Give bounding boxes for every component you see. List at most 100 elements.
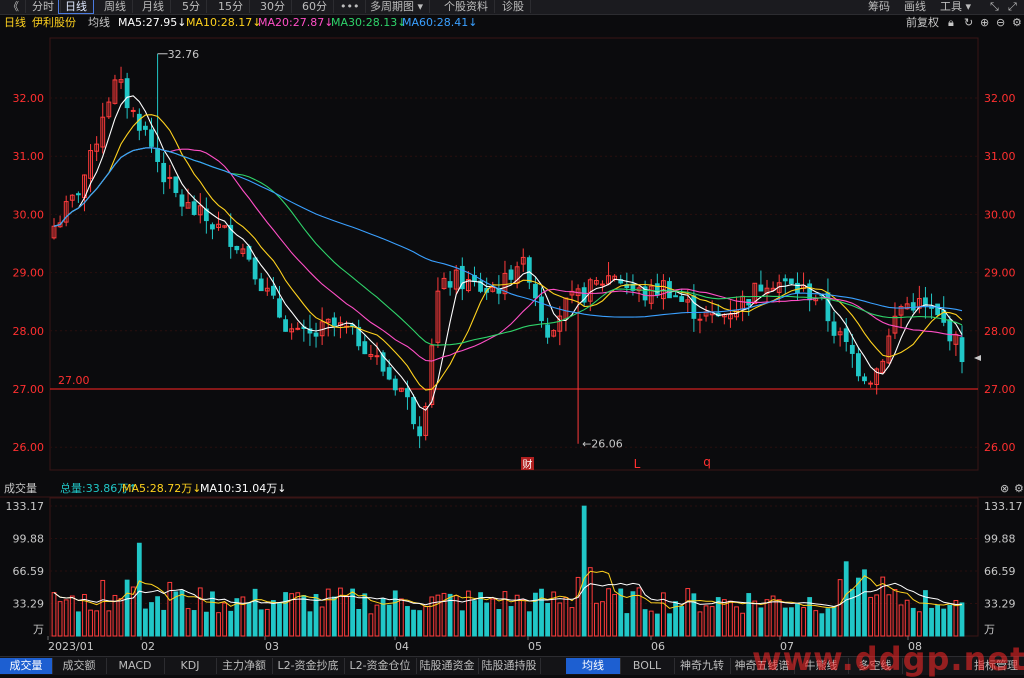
volume-bar bbox=[252, 588, 258, 637]
volume-bar bbox=[612, 593, 618, 637]
candle-body bbox=[325, 318, 331, 323]
candle-body bbox=[356, 326, 362, 347]
volume-bar bbox=[136, 542, 142, 637]
ma-label[interactable]: 均线 bbox=[88, 16, 110, 30]
candle-body bbox=[557, 315, 563, 332]
multi-period-dropdown[interactable]: 多周期图 ▾ bbox=[364, 0, 431, 13]
volume-bar bbox=[575, 576, 581, 637]
price-tick-left: 29.00 bbox=[13, 267, 45, 280]
volume-bar bbox=[51, 592, 57, 637]
refresh-icon[interactable]: ↻ bbox=[964, 16, 973, 30]
tab-hk-connect-fund[interactable]: 陆股通资金 bbox=[416, 658, 479, 674]
candle-body bbox=[149, 129, 154, 147]
volume-bar bbox=[533, 592, 538, 637]
tab-15min[interactable]: 15分 bbox=[212, 0, 250, 13]
tab-60min[interactable]: 60分 bbox=[296, 0, 334, 13]
tab-magic-nine[interactable]: 神奇九转 bbox=[674, 658, 731, 674]
tab-volume[interactable]: 成交量 bbox=[0, 658, 53, 674]
stock-profile-button[interactable]: 个股资料 bbox=[438, 0, 495, 13]
candle-body bbox=[69, 194, 75, 201]
volume-bar bbox=[910, 607, 916, 637]
candle-body bbox=[959, 337, 965, 363]
price-tick-right: 29.00 bbox=[984, 267, 1016, 280]
candle-body bbox=[795, 282, 800, 293]
candle-body bbox=[734, 309, 739, 318]
tab-l2-bottom[interactable]: L2-资金抄底 bbox=[272, 658, 345, 674]
candle-body bbox=[923, 297, 928, 306]
tab-main-net[interactable]: 主力净额 bbox=[216, 658, 273, 674]
volume-bar bbox=[691, 593, 697, 637]
tools-dropdown[interactable]: 工具 ▾ bbox=[940, 0, 971, 13]
volume-bar bbox=[88, 609, 93, 637]
candle-body bbox=[100, 116, 106, 148]
zoom-in-icon[interactable]: ⊕ bbox=[980, 16, 989, 30]
tab-yuexian[interactable]: 月线 bbox=[136, 0, 171, 13]
volume-bar bbox=[569, 607, 575, 637]
candle-body bbox=[277, 298, 282, 318]
volume-bar bbox=[441, 592, 447, 637]
zoom-out-icon[interactable]: ⊖ bbox=[996, 16, 1005, 30]
volume-bar bbox=[130, 586, 136, 637]
tab-kdj[interactable]: KDJ bbox=[164, 658, 217, 674]
tab-hk-connect-hold[interactable]: 陆股通持股 bbox=[478, 658, 541, 674]
back-icon[interactable]: 《 bbox=[2, 0, 26, 13]
price-tick-right: 32.00 bbox=[984, 92, 1016, 105]
diagnosis-button[interactable]: 诊股 bbox=[496, 0, 531, 13]
resize-icon[interactable]: ⤡ bbox=[990, 0, 999, 13]
candle-body bbox=[386, 367, 392, 380]
volume-bar bbox=[301, 595, 307, 637]
lock-icon[interactable]: 🔒︎ bbox=[948, 16, 954, 30]
volume-bar bbox=[82, 593, 87, 637]
tab-boll[interactable]: BOLL bbox=[620, 658, 675, 674]
volume-bar bbox=[423, 605, 429, 637]
candle-body bbox=[910, 302, 916, 311]
settings-icon[interactable]: ⚙ bbox=[1012, 16, 1022, 30]
volume-tick-left: 33.29 bbox=[13, 598, 45, 611]
volume-bar bbox=[703, 605, 709, 637]
volume-bar bbox=[734, 606, 739, 637]
volume-bar bbox=[411, 609, 416, 637]
candle-body bbox=[380, 352, 386, 372]
candle-body bbox=[862, 376, 867, 382]
chips-button[interactable]: 筹码 bbox=[868, 0, 890, 13]
tab-zhouxian[interactable]: 周线 bbox=[98, 0, 133, 13]
candle-body bbox=[398, 387, 404, 392]
x-tick-label: 04 bbox=[395, 640, 409, 653]
volume-bar bbox=[667, 613, 672, 637]
volume-bar bbox=[959, 602, 965, 637]
candle-body bbox=[703, 311, 709, 317]
volume-bar bbox=[435, 594, 441, 637]
tab-ma-overlay[interactable]: 均线 bbox=[566, 658, 621, 674]
volume-bar bbox=[898, 604, 904, 637]
tab-fenshi[interactable]: 分时 bbox=[26, 0, 61, 13]
volume-bar bbox=[472, 600, 477, 637]
volume-bar bbox=[709, 606, 715, 637]
volume-bar bbox=[685, 588, 691, 637]
tab-l2-position[interactable]: L2-资金仓位 bbox=[344, 658, 417, 674]
volume-bar bbox=[277, 602, 282, 637]
candle-body bbox=[362, 341, 368, 355]
volume-bar bbox=[374, 604, 380, 637]
fullscreen-icon[interactable]: ⤢ bbox=[1008, 0, 1017, 13]
more-periods-button[interactable]: ••• bbox=[334, 0, 367, 13]
candle-body bbox=[648, 285, 654, 304]
tab-macd[interactable]: MACD bbox=[106, 658, 165, 674]
volume-bar bbox=[953, 599, 959, 637]
volume-bar bbox=[788, 607, 794, 637]
tab-30min[interactable]: 30分 bbox=[254, 0, 292, 13]
volume-ma5: MA5:28.72万↓ bbox=[122, 482, 202, 495]
volume-bar bbox=[545, 602, 550, 637]
adjust-label[interactable]: 前复权 bbox=[906, 16, 939, 30]
draw-line-button[interactable]: 画线 bbox=[904, 0, 926, 13]
volume-bar bbox=[398, 598, 404, 637]
candle-body bbox=[801, 284, 806, 289]
tab-rixian[interactable]: 日线 bbox=[58, 0, 94, 14]
tab-5min[interactable]: 5分 bbox=[176, 0, 207, 13]
price-tick-left: 26.00 bbox=[13, 441, 45, 454]
candle-body bbox=[612, 275, 618, 280]
volume-tick-left: 99.88 bbox=[13, 532, 45, 545]
settings-icon-volume[interactable]: ⚙ bbox=[1014, 482, 1024, 496]
tab-amount[interactable]: 成交额 bbox=[52, 658, 107, 674]
volume-bar bbox=[210, 591, 215, 637]
close-panel-icon[interactable]: ⊗ bbox=[1000, 482, 1009, 496]
